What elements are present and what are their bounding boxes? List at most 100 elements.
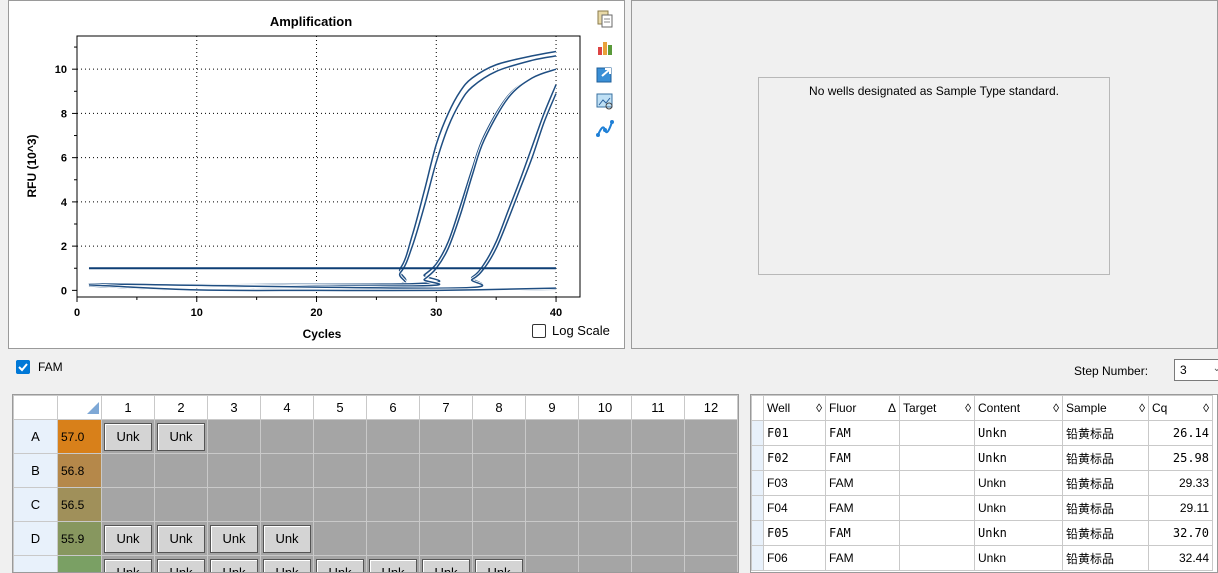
plate-well[interactable] (366, 453, 420, 488)
results-column-header[interactable]: Cq ◊ (1148, 395, 1213, 421)
plate-well[interactable] (631, 521, 685, 556)
chart-options-icon[interactable] (595, 37, 615, 57)
plate-well[interactable] (472, 419, 526, 454)
plate-well[interactable] (631, 453, 685, 488)
well-content-badge[interactable]: Unk (263, 558, 311, 572)
plate-corner[interactable] (13, 395, 58, 420)
plate-well[interactable]: Unk (260, 521, 314, 556)
plate-well[interactable] (631, 487, 685, 522)
results-table[interactable]: Well ◊ Fluor Δ Target ◊ Content ◊ Sample ◊ Cq ◊ F01 F… (750, 394, 1218, 573)
amplification-curve[interactable] (88, 84, 557, 290)
sort-icon[interactable]: ◊ (1139, 401, 1145, 415)
export-icon[interactable] (595, 64, 615, 84)
results-row[interactable]: F04 FAM Unkn 铅黄标品 29.11 (751, 495, 1213, 521)
plate-column-header[interactable]: 7 (419, 395, 473, 420)
plate-well[interactable] (366, 487, 420, 522)
sort-icon[interactable]: Δ (888, 401, 896, 415)
plate-column-header[interactable]: 9 (525, 395, 579, 420)
plate-column-header[interactable]: 12 (684, 395, 738, 420)
step-number-select[interactable]: 3 ⌄ (1174, 359, 1218, 381)
plate-well[interactable] (631, 555, 685, 572)
plate-well[interactable] (207, 487, 261, 522)
plate-well[interactable] (419, 419, 473, 454)
plate-well[interactable] (207, 453, 261, 488)
row-selector[interactable] (751, 520, 764, 546)
plate-select-all[interactable] (57, 395, 102, 420)
plate-well[interactable] (578, 521, 632, 556)
plate-well[interactable]: Unk (366, 555, 420, 572)
plate-well[interactable] (313, 419, 367, 454)
plate-column-header[interactable]: 4 (260, 395, 314, 420)
well-content-badge[interactable]: Unk (422, 558, 470, 572)
plate-grid[interactable]: 1 2 3 4 5 6 7 8 9 10 11 12 A 57.0 Unk Unk B 56.8 C 56.5 D 55.… (12, 394, 739, 573)
well-content-badge[interactable]: Unk (210, 524, 258, 553)
plate-well[interactable] (578, 487, 632, 522)
plate-column-header[interactable]: 1 (101, 395, 155, 420)
plate-well[interactable] (578, 453, 632, 488)
plate-well[interactable] (684, 453, 738, 488)
log-scale-checkbox[interactable] (532, 323, 546, 338)
plate-column-header[interactable]: 5 (313, 395, 367, 420)
plate-well[interactable] (313, 487, 367, 522)
plate-well[interactable]: Unk (313, 555, 367, 572)
copy-icon[interactable] (595, 9, 615, 29)
results-column-header[interactable]: Fluor Δ (825, 395, 900, 421)
plate-column-header[interactable]: 2 (154, 395, 208, 420)
results-corner[interactable] (751, 395, 764, 421)
well-content-badge[interactable]: Unk (104, 524, 152, 553)
plate-well[interactable]: Unk (101, 419, 155, 454)
well-content-badge[interactable]: Unk (157, 558, 205, 572)
curve-fit-icon[interactable] (595, 119, 615, 139)
plate-well[interactable]: Unk (472, 555, 526, 572)
well-content-badge[interactable]: Unk (104, 422, 152, 451)
plate-well[interactable] (313, 521, 367, 556)
plate-well[interactable] (419, 453, 473, 488)
plate-column-header[interactable]: 8 (472, 395, 526, 420)
row-selector[interactable] (751, 470, 764, 496)
well-content-badge[interactable]: Unk (369, 558, 417, 572)
plate-well[interactable] (472, 487, 526, 522)
row-selector[interactable] (751, 420, 764, 446)
well-content-badge[interactable]: Unk (316, 558, 364, 572)
plate-column-header[interactable]: 6 (366, 395, 420, 420)
plate-row-header[interactable] (13, 555, 58, 572)
plate-well[interactable]: Unk (419, 555, 473, 572)
plate-column-header[interactable]: 10 (578, 395, 632, 420)
plate-row-header[interactable]: B (13, 453, 58, 488)
plate-well[interactable] (472, 453, 526, 488)
results-row[interactable]: F06 FAM Unkn 铅黄标品 32.44 (751, 545, 1213, 571)
plate-well[interactable]: Unk (207, 521, 261, 556)
well-content-badge[interactable]: Unk (475, 558, 523, 572)
plate-well[interactable] (313, 453, 367, 488)
plate-well[interactable] (684, 555, 738, 572)
results-column-header[interactable]: Well ◊ (763, 395, 826, 421)
fam-checkbox[interactable] (16, 360, 30, 374)
row-selector[interactable] (751, 545, 764, 571)
plate-well[interactable] (154, 487, 208, 522)
amplification-curve[interactable] (88, 68, 557, 286)
plate-well[interactable]: Unk (101, 555, 155, 572)
amplification-curve[interactable] (88, 55, 557, 290)
plate-well[interactable] (101, 487, 155, 522)
plate-well[interactable] (101, 453, 155, 488)
plate-well[interactable] (472, 521, 526, 556)
well-content-badge[interactable]: Unk (104, 558, 152, 572)
plate-column-header[interactable]: 11 (631, 395, 685, 420)
row-selector[interactable] (751, 495, 764, 521)
plate-well[interactable] (525, 555, 579, 572)
well-content-badge[interactable]: Unk (210, 558, 258, 572)
amplification-chart[interactable]: Amplification 0 10 20 30 40 0 2 4 6 8 10 Cycles RF… (9, 1, 624, 348)
plate-well[interactable] (260, 487, 314, 522)
plate-well[interactable] (525, 419, 579, 454)
results-row[interactable]: F01 FAM Unkn 铅黄标品 26.14 (751, 420, 1213, 446)
sort-icon[interactable]: ◊ (1053, 401, 1059, 415)
plate-well[interactable] (525, 453, 579, 488)
results-row[interactable]: F02 FAM Unkn 铅黄标品 25.98 (751, 445, 1213, 471)
plate-well[interactable] (366, 419, 420, 454)
plate-well[interactable]: Unk (207, 555, 261, 572)
plate-well[interactable] (525, 487, 579, 522)
plate-well[interactable] (525, 521, 579, 556)
plate-row-header[interactable]: A (13, 419, 58, 454)
plate-well[interactable] (684, 487, 738, 522)
panel-splitter[interactable] (743, 394, 747, 573)
